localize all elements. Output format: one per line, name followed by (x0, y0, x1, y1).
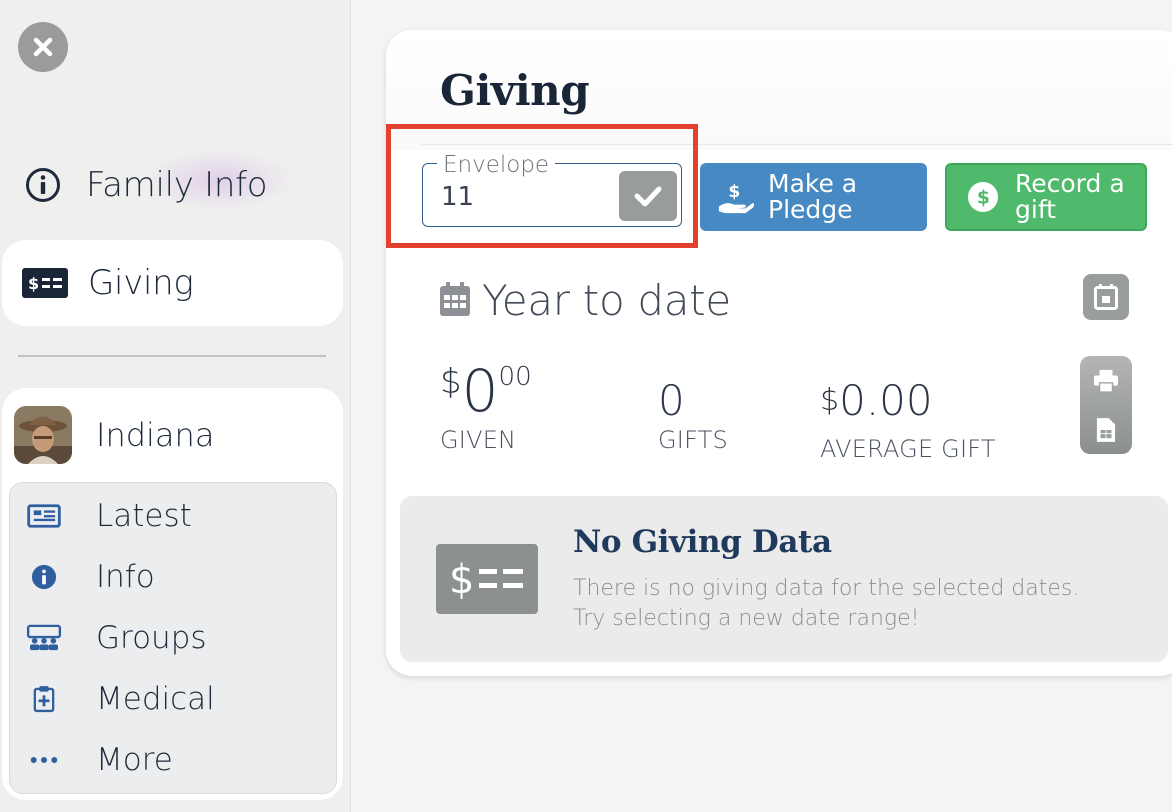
print-button[interactable] (1080, 356, 1132, 405)
record-gift-button[interactable]: $ Record a gift (945, 163, 1147, 231)
check-icon (634, 186, 662, 207)
money-bill-icon: $ (22, 268, 68, 298)
sidebar: Family Info $ Giving Indiana Latest Info… (0, 0, 351, 812)
nav-giving-label: Giving (88, 263, 194, 303)
person-menu-more-label: More (96, 742, 173, 778)
export-button-group (1080, 356, 1132, 454)
envelope-field: Envelope (422, 152, 682, 227)
person-menu-groups[interactable]: Groups (10, 613, 336, 663)
record-gift-label-1: Record a (1015, 169, 1125, 198)
average-gift-label: AVERAGE GIFT (820, 435, 996, 463)
given-value: $ 0 00 (440, 356, 532, 426)
envelope-input[interactable] (441, 182, 591, 212)
envelope-confirm-button[interactable] (619, 171, 677, 221)
file-spreadsheet-icon (1096, 417, 1116, 442)
page-title: Giving (440, 66, 590, 115)
person-menu-info-label: Info (96, 559, 155, 595)
no-data-line-1: There is no giving data for the selected… (573, 576, 1080, 601)
person-menu-groups-label: Groups (96, 620, 207, 656)
stat-gifts: 0 GIFTS (658, 376, 728, 454)
average-currency: $ (820, 383, 840, 418)
svg-text:$: $ (728, 182, 740, 202)
year-to-date-title: Year to date (482, 276, 731, 325)
money-bill-icon: $ (436, 544, 538, 614)
make-pledge-label-1: Make a (768, 169, 858, 198)
given-cents: 00 (498, 362, 532, 392)
nav-giving[interactable]: $ Giving (2, 240, 343, 326)
no-data-title: No Giving Data (573, 524, 832, 560)
given-currency: $ (440, 362, 462, 402)
person-menu-info[interactable]: Info (10, 552, 336, 602)
gifts-label: GIFTS (658, 426, 728, 454)
info-icon (26, 559, 62, 595)
avatar (14, 406, 72, 464)
svg-text:$: $ (28, 274, 39, 293)
dollar-circle-icon: $ (963, 181, 1003, 213)
nav-family-info[interactable]: Family Info (24, 150, 294, 210)
svg-text:$: $ (977, 188, 990, 209)
no-data-line-2: Try selecting a new date range! (573, 606, 920, 631)
person-menu: Latest Info Groups Medical More (9, 482, 337, 794)
average-amount: 0.00 (839, 376, 933, 425)
medical-icon (26, 681, 62, 717)
person-header[interactable]: Indiana (14, 406, 214, 464)
sidebar-divider (18, 355, 326, 357)
hand-holding-dollar-icon: $ (716, 178, 756, 216)
make-pledge-button[interactable]: $ Make a Pledge (700, 163, 927, 231)
envelope-label: Envelope (437, 152, 556, 178)
svg-text:$: $ (449, 557, 474, 601)
print-icon (1094, 369, 1118, 393)
close-button[interactable] (18, 22, 68, 72)
info-circle-icon (26, 168, 60, 202)
person-menu-latest[interactable]: Latest (10, 491, 336, 541)
newspaper-icon (26, 498, 62, 534)
no-giving-data-panel: $ No Giving Data There is no giving data… (400, 496, 1168, 662)
average-gift-value: $0.00 (820, 376, 996, 435)
given-whole: 0 (461, 357, 499, 425)
gifts-count: 0 (658, 376, 685, 425)
calendar-day-icon (1094, 284, 1118, 310)
groups-icon (26, 620, 62, 656)
stat-given: $ 0 00 GIVEN (440, 356, 532, 454)
make-pledge-label-2: Pledge (768, 195, 853, 224)
person-menu-medical[interactable]: Medical (10, 674, 336, 724)
nav-family-info-label: Family Info (86, 165, 268, 205)
person-card: Indiana Latest Info Groups Medical More (2, 388, 343, 800)
person-name: Indiana (96, 416, 215, 454)
person-menu-more[interactable]: More (10, 735, 336, 785)
person-menu-latest-label: Latest (96, 498, 192, 534)
calendar-icon (440, 282, 470, 316)
person-menu-medical-label: Medical (96, 681, 215, 717)
no-data-message: There is no giving data for the selected… (573, 574, 1133, 634)
ellipsis-icon (26, 742, 62, 778)
date-range-button[interactable] (1083, 274, 1129, 320)
close-icon (33, 37, 53, 57)
given-label: GIVEN (440, 426, 517, 454)
record-gift-label-2: gift (1015, 195, 1056, 224)
export-csv-button[interactable] (1080, 405, 1132, 454)
stat-average-gift: $0.00 AVERAGE GIFT (820, 376, 996, 463)
